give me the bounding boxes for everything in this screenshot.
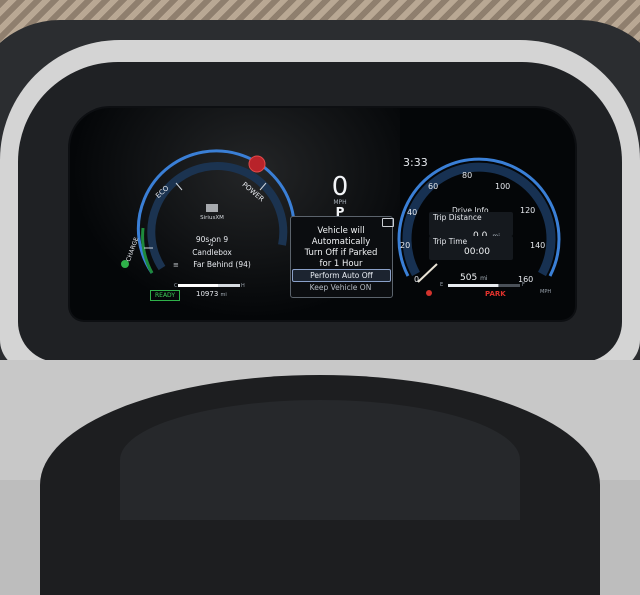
dialog-line-3: Turn Off if Parked (304, 248, 378, 258)
clock: 3:33 (403, 156, 428, 169)
speed-tick-20: 20 (400, 241, 411, 250)
perform-auto-off-button[interactable]: Perform Auto Off (292, 269, 391, 282)
audio-channel: 90s on 9 (195, 235, 229, 244)
odometer: 10973 mi (196, 290, 227, 298)
speed-tick-100: 100 (495, 182, 511, 191)
audio-song: Far Behind (94) (193, 260, 251, 269)
fuel-gauge-fill (448, 284, 499, 287)
ready-indicator: READY (150, 290, 180, 301)
speed-tick-40: 40 (407, 208, 418, 217)
digital-speed: 0 (331, 172, 349, 202)
audio-artist: Candlebox (192, 248, 232, 257)
trip-time-panel: Trip Time 00:00 (429, 236, 513, 260)
trip-time-label: Trip Time (433, 237, 468, 246)
range-value: 505 (460, 273, 478, 283)
odometer-value: 10973 (196, 290, 219, 298)
speed-tick-120: 120 (520, 206, 536, 215)
park-indicator: PARK (485, 290, 506, 298)
steering-wheel-hub (120, 400, 520, 520)
trip-time-value: 00:00 (464, 247, 490, 257)
speed-tick-160: 160 (518, 275, 534, 284)
dialog-line-1: Vehicle will (317, 226, 365, 236)
speedometer-needle (417, 263, 438, 283)
dialog-message: Vehicle will Automatically Turn Off if P… (295, 226, 387, 270)
speedometer-unit: MPH (540, 289, 552, 295)
instrument-cluster-screen: ♫ ≡ ECO POWER CHARGE SiriusXM 90s on 9 C… (70, 108, 575, 320)
range-unit: mi (480, 275, 488, 282)
charge-high-label: H (241, 283, 245, 289)
audio-source: SiriusXM (200, 215, 224, 221)
fuel-full-label: F (522, 282, 525, 288)
trip-distance-label: Trip Distance (433, 213, 482, 222)
trip-distance-panel: Trip Distance 0.0 mi (429, 212, 513, 241)
dialog-line-2: Automatically (311, 237, 371, 247)
speed-tick-80: 80 (462, 171, 473, 180)
seatbelt-warning-icon (426, 290, 432, 296)
speed-tick-140: 140 (530, 241, 546, 250)
fuel-empty-label: E (440, 282, 444, 288)
brake-warning-icon (248, 155, 266, 173)
range-readout: 505 mi (460, 273, 488, 283)
charge-low-label: C (174, 283, 178, 289)
siriusxm-logo (206, 204, 218, 212)
speed-tick-0: 0 (414, 275, 420, 284)
speed-tick-60: 60 (428, 182, 439, 191)
keep-vehicle-on-button[interactable]: Keep Vehicle ON (292, 282, 389, 293)
odometer-unit: mi (220, 292, 227, 298)
